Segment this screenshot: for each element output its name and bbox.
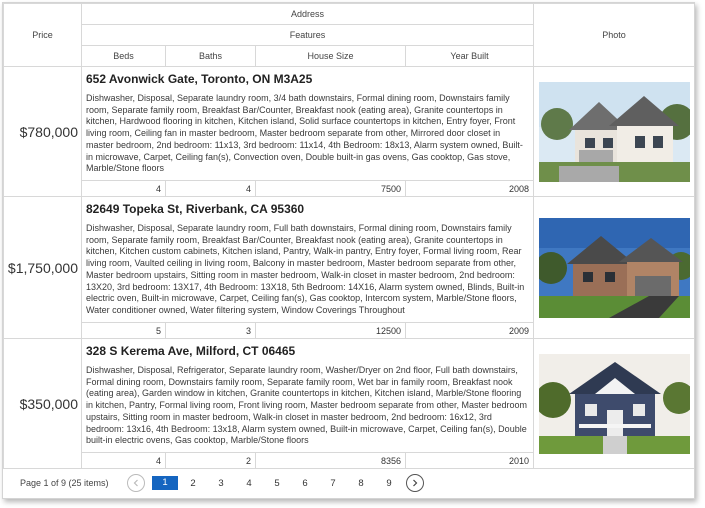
prev-page-button[interactable] [127, 474, 145, 492]
col-header-year-built[interactable]: Year Built [404, 45, 535, 67]
table-row[interactable]: $780,000 652 Avonwick Gate, Toronto, ON … [3, 66, 694, 197]
address-text: 652 Avonwick Gate, Toronto, ON M3A25 [86, 72, 313, 86]
features-text: Dishwasher, Disposal, Separate laundry r… [86, 93, 523, 174]
col-header-price[interactable]: Price [3, 3, 82, 67]
address-text: 328 S Kerema Ave, Milford, CT 06465 [86, 344, 296, 358]
house-size-value: 7500 [255, 180, 406, 197]
next-page-button[interactable] [406, 474, 424, 492]
baths-value: 2 [165, 452, 256, 469]
col-header-features[interactable]: Features [80, 24, 535, 46]
price-cell: $1,750,000 [3, 196, 82, 339]
beds-value: 4 [81, 180, 166, 197]
col-header-beds[interactable]: Beds [81, 45, 166, 67]
page-button-2[interactable]: 2 [179, 478, 207, 489]
page-button-8[interactable]: 8 [347, 478, 375, 489]
pager-info: Page 1 of 9 (25 items) [20, 478, 109, 488]
price-cell: $780,000 [3, 66, 82, 197]
price-cell: $350,000 [3, 338, 82, 469]
page-button-5[interactable]: 5 [263, 478, 291, 489]
detail-cell: 82649 Topeka St, Riverbank, CA 95360 Dis… [80, 196, 535, 323]
table-row[interactable]: $1,750,000 82649 Topeka St, Riverbank, C… [3, 196, 694, 339]
page-button-9[interactable]: 9 [375, 478, 403, 489]
page-button-6[interactable]: 6 [291, 478, 319, 489]
house-photo [538, 81, 690, 182]
year-built-value: 2009 [404, 322, 535, 339]
chevron-right-icon [413, 479, 418, 487]
baths-value: 3 [165, 322, 256, 339]
address-text: 82649 Topeka St, Riverbank, CA 95360 [86, 202, 305, 216]
grid-table: Price Address Photo Features Beds Baths … [3, 3, 694, 469]
photo-cell [533, 196, 694, 339]
page-button-7[interactable]: 7 [319, 478, 347, 489]
photo-cell [533, 66, 694, 197]
col-header-baths[interactable]: Baths [165, 45, 256, 67]
table-row[interactable]: $350,000 328 S Kerema Ave, Milford, CT 0… [3, 338, 694, 469]
page-button-1[interactable]: 1 [152, 476, 178, 490]
detail-cell: 652 Avonwick Gate, Toronto, ON M3A25 Dis… [80, 66, 535, 181]
features-text: Dishwasher, Disposal, Refrigerator, Sepa… [86, 365, 528, 446]
page-button-4[interactable]: 4 [235, 478, 263, 489]
beds-value: 5 [81, 322, 166, 339]
house-size-value: 8356 [255, 452, 406, 469]
house-photo [538, 217, 690, 318]
pager: Page 1 of 9 (25 items) 1 2 3 4 5 6 7 8 9 [3, 468, 694, 498]
year-built-value: 2010 [404, 452, 535, 469]
photo-cell [533, 338, 694, 469]
house-photo [538, 353, 690, 454]
col-header-photo[interactable]: Photo [533, 3, 694, 67]
beds-value: 4 [81, 452, 166, 469]
detail-cell: 328 S Kerema Ave, Milford, CT 06465 Dish… [80, 338, 535, 453]
page-button-3[interactable]: 3 [207, 478, 235, 489]
chevron-left-icon [133, 479, 138, 487]
baths-value: 4 [165, 180, 256, 197]
col-header-house-size[interactable]: House Size [255, 45, 406, 67]
year-built-value: 2008 [404, 180, 535, 197]
col-header-address[interactable]: Address [80, 3, 535, 25]
property-grid: Price Address Photo Features Beds Baths … [2, 2, 695, 499]
features-text: Dishwasher, Disposal, Separate laundry r… [86, 223, 525, 315]
house-size-value: 12500 [255, 322, 406, 339]
